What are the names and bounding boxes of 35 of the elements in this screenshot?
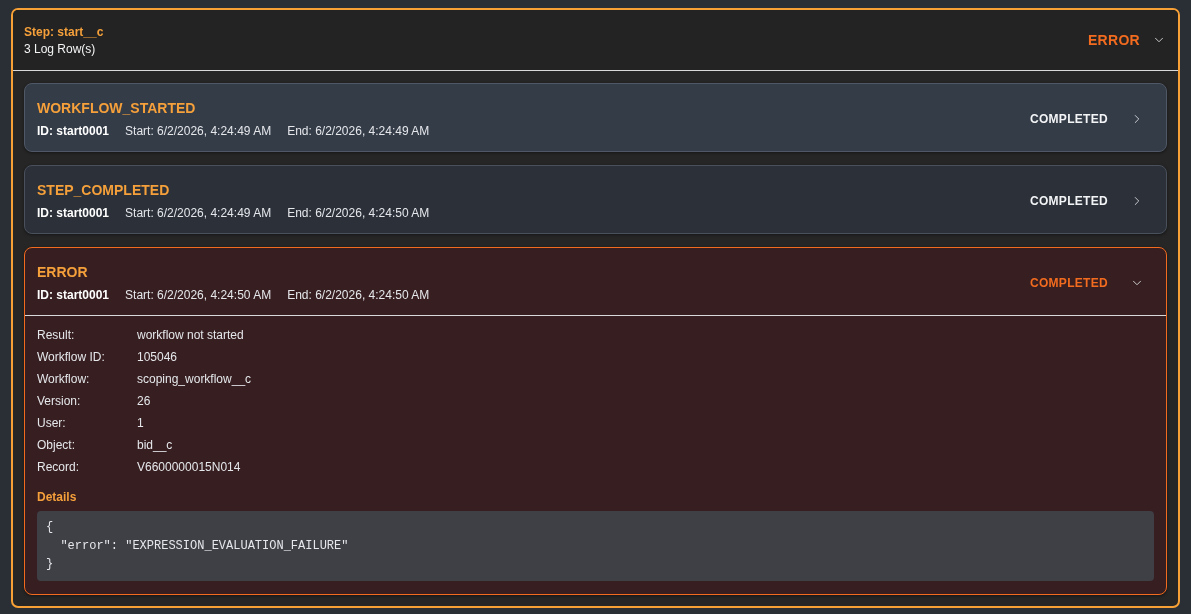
start-time: Start: 6/2/2026, 4:24:49 AM [125,205,272,221]
start-time: Start: 6/2/2026, 4:24:50 AM [125,287,272,303]
log-id: ID: start0001 [37,205,110,221]
field-value: 105046 [137,349,178,365]
field-value: 1 [137,415,144,431]
log-row-count: 3 Log Row(s) [24,40,96,57]
status-label: COMPLETED [1029,110,1108,127]
log-event-title: ERROR [37,263,88,282]
log-event-title: STEP_COMPLETED [37,181,170,200]
details-code-block: { "error": "EXPRESSION_EVALUATION_FAILURE" } [37,511,1154,581]
start-time: Start: 6/2/2026, 4:24:49 AM [125,123,272,139]
end-time: End: 6/2/2026, 4:24:50 AM [287,287,430,303]
field-value: bid__c [137,437,173,453]
step-status: ERROR [1087,31,1140,50]
log-id: ID: start0001 [37,123,110,139]
field-label: Workflow ID: [37,349,106,365]
field-label: Record: [37,459,81,475]
field-value: 26 [137,393,151,409]
details-heading: Details [37,489,77,505]
end-time: End: 6/2/2026, 4:24:50 AM [287,205,430,221]
field-label: User: [37,415,67,431]
log-id: ID: start0001 [37,287,110,303]
field-label: Result: [37,327,76,343]
status-label: COMPLETED [1029,274,1108,291]
field-label: Workflow: [37,371,91,387]
end-time: End: 6/2/2026, 4:24:49 AM [287,123,430,139]
status-label: COMPLETED [1029,192,1108,209]
step-title: Step: start__c [24,23,104,40]
field-label: Object: [37,437,76,453]
field-value: workflow not started [137,327,244,343]
field-value: scoping_workflow__c [137,371,252,387]
field-value: V6600000015N014 [137,459,241,475]
step-header[interactable]: Step: start__c 3 Log Row(s) ERROR [13,10,1178,71]
field-label: Version: [37,393,82,409]
log-event-title: WORKFLOW_STARTED [37,99,196,118]
